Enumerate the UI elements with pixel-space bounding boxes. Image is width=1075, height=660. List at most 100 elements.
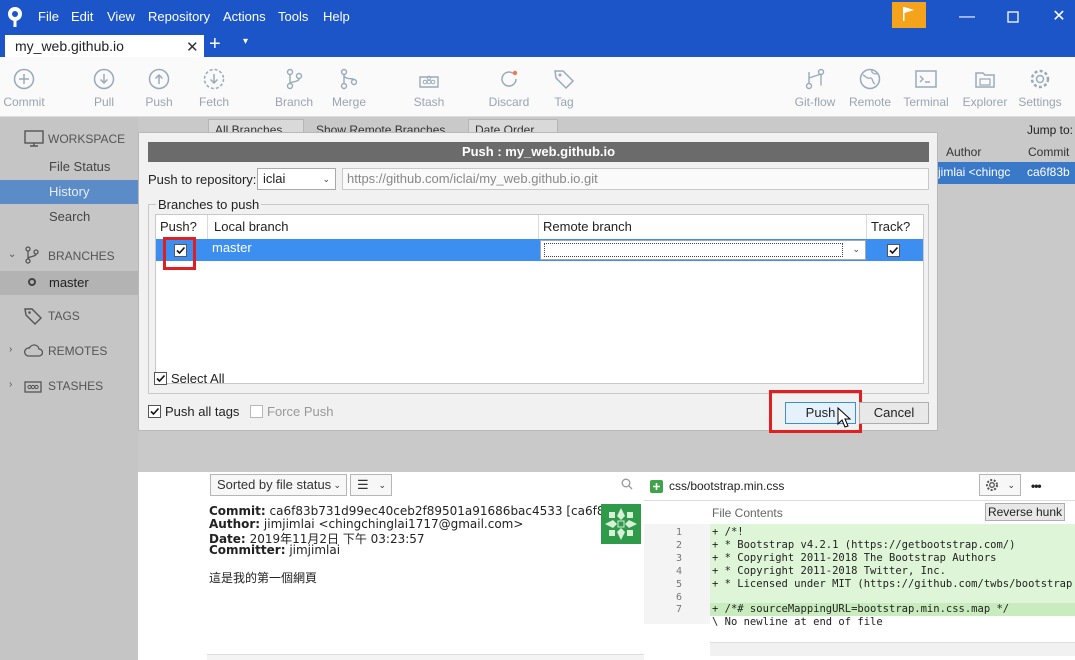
- push-all-tags-checkbox[interactable]: [148, 405, 161, 418]
- discard-button[interactable]: Discard: [479, 57, 539, 117]
- notification-flag-button[interactable]: [892, 2, 926, 28]
- checkmark-icon: [150, 407, 160, 416]
- push-all-tags-label[interactable]: Push all tags: [165, 404, 239, 419]
- stash-icon: [419, 75, 439, 88]
- settings-button[interactable]: Settings: [1010, 57, 1070, 117]
- monitor-icon: [24, 130, 44, 147]
- diff-line: + /*# sourceMappingURL=bootstrap.min.css…: [712, 603, 1010, 615]
- sidebar-item-history[interactable]: History: [0, 180, 138, 204]
- sidebar-item-master[interactable]: master: [0, 271, 138, 295]
- branch-row[interactable]: master ⌄: [156, 239, 923, 261]
- remote-button[interactable]: Remote: [840, 57, 900, 117]
- branches-to-push-group: Branches to push Push? Local branch Remo…: [148, 197, 929, 394]
- list-icon: ☰: [357, 477, 369, 492]
- branches-chevron-icon[interactable]: ⌄: [8, 249, 16, 260]
- author-column-header[interactable]: Author: [946, 145, 981, 159]
- remote-branch-select[interactable]: ⌄: [540, 240, 866, 260]
- stash-button[interactable]: Stash: [399, 57, 459, 117]
- chevron-down-icon: ⌄: [322, 174, 330, 184]
- commit-button[interactable]: Commit: [0, 57, 54, 117]
- selected-commit-row[interactable]: jimlai <chingc ca6f83b: [938, 162, 1075, 184]
- select-all-checkbox[interactable]: [154, 372, 167, 385]
- commit-hash-line: Commit: ca6f83b731d99ec40ceb2f89501a9168…: [209, 504, 624, 518]
- tags-heading: TAGS: [48, 309, 80, 323]
- remote-url-field[interactable]: https://github.com/iclai/my_web.github.i…: [342, 168, 929, 190]
- line-number: 2: [675, 540, 682, 551]
- chevron-down-icon: ⌄: [333, 480, 341, 490]
- remote-branch-input[interactable]: [544, 243, 843, 257]
- diff-options-button[interactable]: ⌄: [979, 474, 1021, 496]
- line-number: 6: [675, 592, 682, 603]
- branches-legend: Branches to push: [156, 197, 262, 212]
- more-options-icon[interactable]: •••: [1031, 479, 1042, 493]
- pull-button[interactable]: Pull: [74, 57, 134, 117]
- menu-file[interactable]: File: [38, 9, 59, 24]
- chevron-down-icon: ⌄: [378, 480, 386, 490]
- commit-label: Commit: [3, 95, 45, 109]
- select-all-label[interactable]: Select All: [171, 371, 224, 386]
- track-column-header[interactable]: Track?: [867, 215, 923, 239]
- discard-label: Discard: [488, 95, 530, 109]
- tab-list-dropdown-icon[interactable]: ▾: [243, 36, 248, 47]
- tag-button[interactable]: Tag: [534, 57, 594, 117]
- sourcetree-logo-icon: [8, 7, 22, 27]
- explorer-label: Explorer: [962, 95, 1008, 109]
- commit-icon: [13, 68, 35, 90]
- tab-repository[interactable]: my_web.github.io ✕: [5, 35, 204, 59]
- fetch-label: Fetch: [198, 95, 229, 109]
- reverse-hunk-button[interactable]: Reverse hunk: [985, 503, 1065, 521]
- sidebar-item-file-status[interactable]: File Status: [0, 155, 138, 179]
- push-column-header[interactable]: Push?: [156, 215, 208, 239]
- terminal-icon: [915, 70, 937, 88]
- gear-icon: [986, 479, 998, 491]
- fetch-button[interactable]: Fetch: [184, 57, 244, 117]
- line-number: 7: [675, 604, 682, 615]
- author-label: Author:: [209, 517, 261, 531]
- new-tab-button[interactable]: +: [209, 33, 221, 55]
- push-toolbar-button[interactable]: Push: [129, 57, 189, 117]
- remote-branch-column-header[interactable]: Remote branch: [539, 215, 867, 239]
- push-button-highlight: [769, 390, 862, 433]
- sort-select[interactable]: Sorted by file status ⌄: [210, 474, 347, 496]
- menu-view[interactable]: View: [107, 9, 135, 24]
- commit-column-header[interactable]: Commit: [1028, 145, 1069, 159]
- diff-line: + * Bootstrap v4.2.1 (https://getbootstr…: [712, 539, 1016, 551]
- view-mode-select[interactable]: ☰ ⌄: [350, 474, 392, 496]
- diff-line: \ No newline at end of file: [712, 616, 883, 628]
- maximize-icon: [1007, 11, 1019, 23]
- diff-line: + * Licensed under MIT (https://github.c…: [712, 578, 1073, 590]
- close-tab-icon[interactable]: ✕: [186, 38, 199, 56]
- sort-select-value: Sorted by file status: [217, 477, 332, 492]
- menu-edit[interactable]: Edit: [71, 9, 93, 24]
- terminal-button[interactable]: Terminal: [896, 57, 956, 117]
- maximize-button[interactable]: [1003, 7, 1023, 27]
- fetch-icon: [203, 68, 225, 90]
- menu-tools[interactable]: Tools: [278, 9, 308, 24]
- remote-select[interactable]: iclai ⌄: [257, 168, 336, 190]
- menu-repository[interactable]: Repository: [148, 9, 210, 24]
- push-checkbox-highlight: [163, 237, 196, 270]
- horizontal-scrollbar[interactable]: [710, 642, 1075, 656]
- branch-button[interactable]: Branch: [264, 57, 324, 117]
- menu-actions[interactable]: Actions: [223, 9, 266, 24]
- chevron-down-icon[interactable]: ⌄: [852, 244, 860, 255]
- track-checkbox[interactable]: [887, 244, 900, 257]
- dialog-title: Push : my_web.github.io: [148, 142, 929, 162]
- explorer-button[interactable]: Explorer: [955, 57, 1015, 117]
- gitflow-button[interactable]: Git-flow: [785, 57, 845, 117]
- menu-help[interactable]: Help: [323, 9, 350, 24]
- close-window-button[interactable]: ✕: [1049, 7, 1069, 27]
- force-push-checkbox[interactable]: [250, 405, 263, 418]
- search-icon[interactable]: [621, 478, 633, 490]
- force-push-label[interactable]: Force Push: [267, 404, 333, 419]
- local-branch-column-header[interactable]: Local branch: [208, 215, 539, 239]
- remotes-chevron-icon[interactable]: ›: [9, 344, 12, 355]
- push-dialog: Push : my_web.github.io Push to reposito…: [138, 132, 938, 433]
- minimize-button[interactable]: —: [957, 7, 977, 27]
- commit-message: 這是我的第一個網頁: [209, 571, 318, 585]
- sidebar-item-search[interactable]: Search: [0, 205, 138, 229]
- cancel-button[interactable]: Cancel: [859, 402, 929, 424]
- chevron-down-icon: ⌄: [1007, 480, 1015, 490]
- merge-button[interactable]: Merge: [319, 57, 379, 117]
- stashes-chevron-icon[interactable]: ›: [9, 379, 12, 390]
